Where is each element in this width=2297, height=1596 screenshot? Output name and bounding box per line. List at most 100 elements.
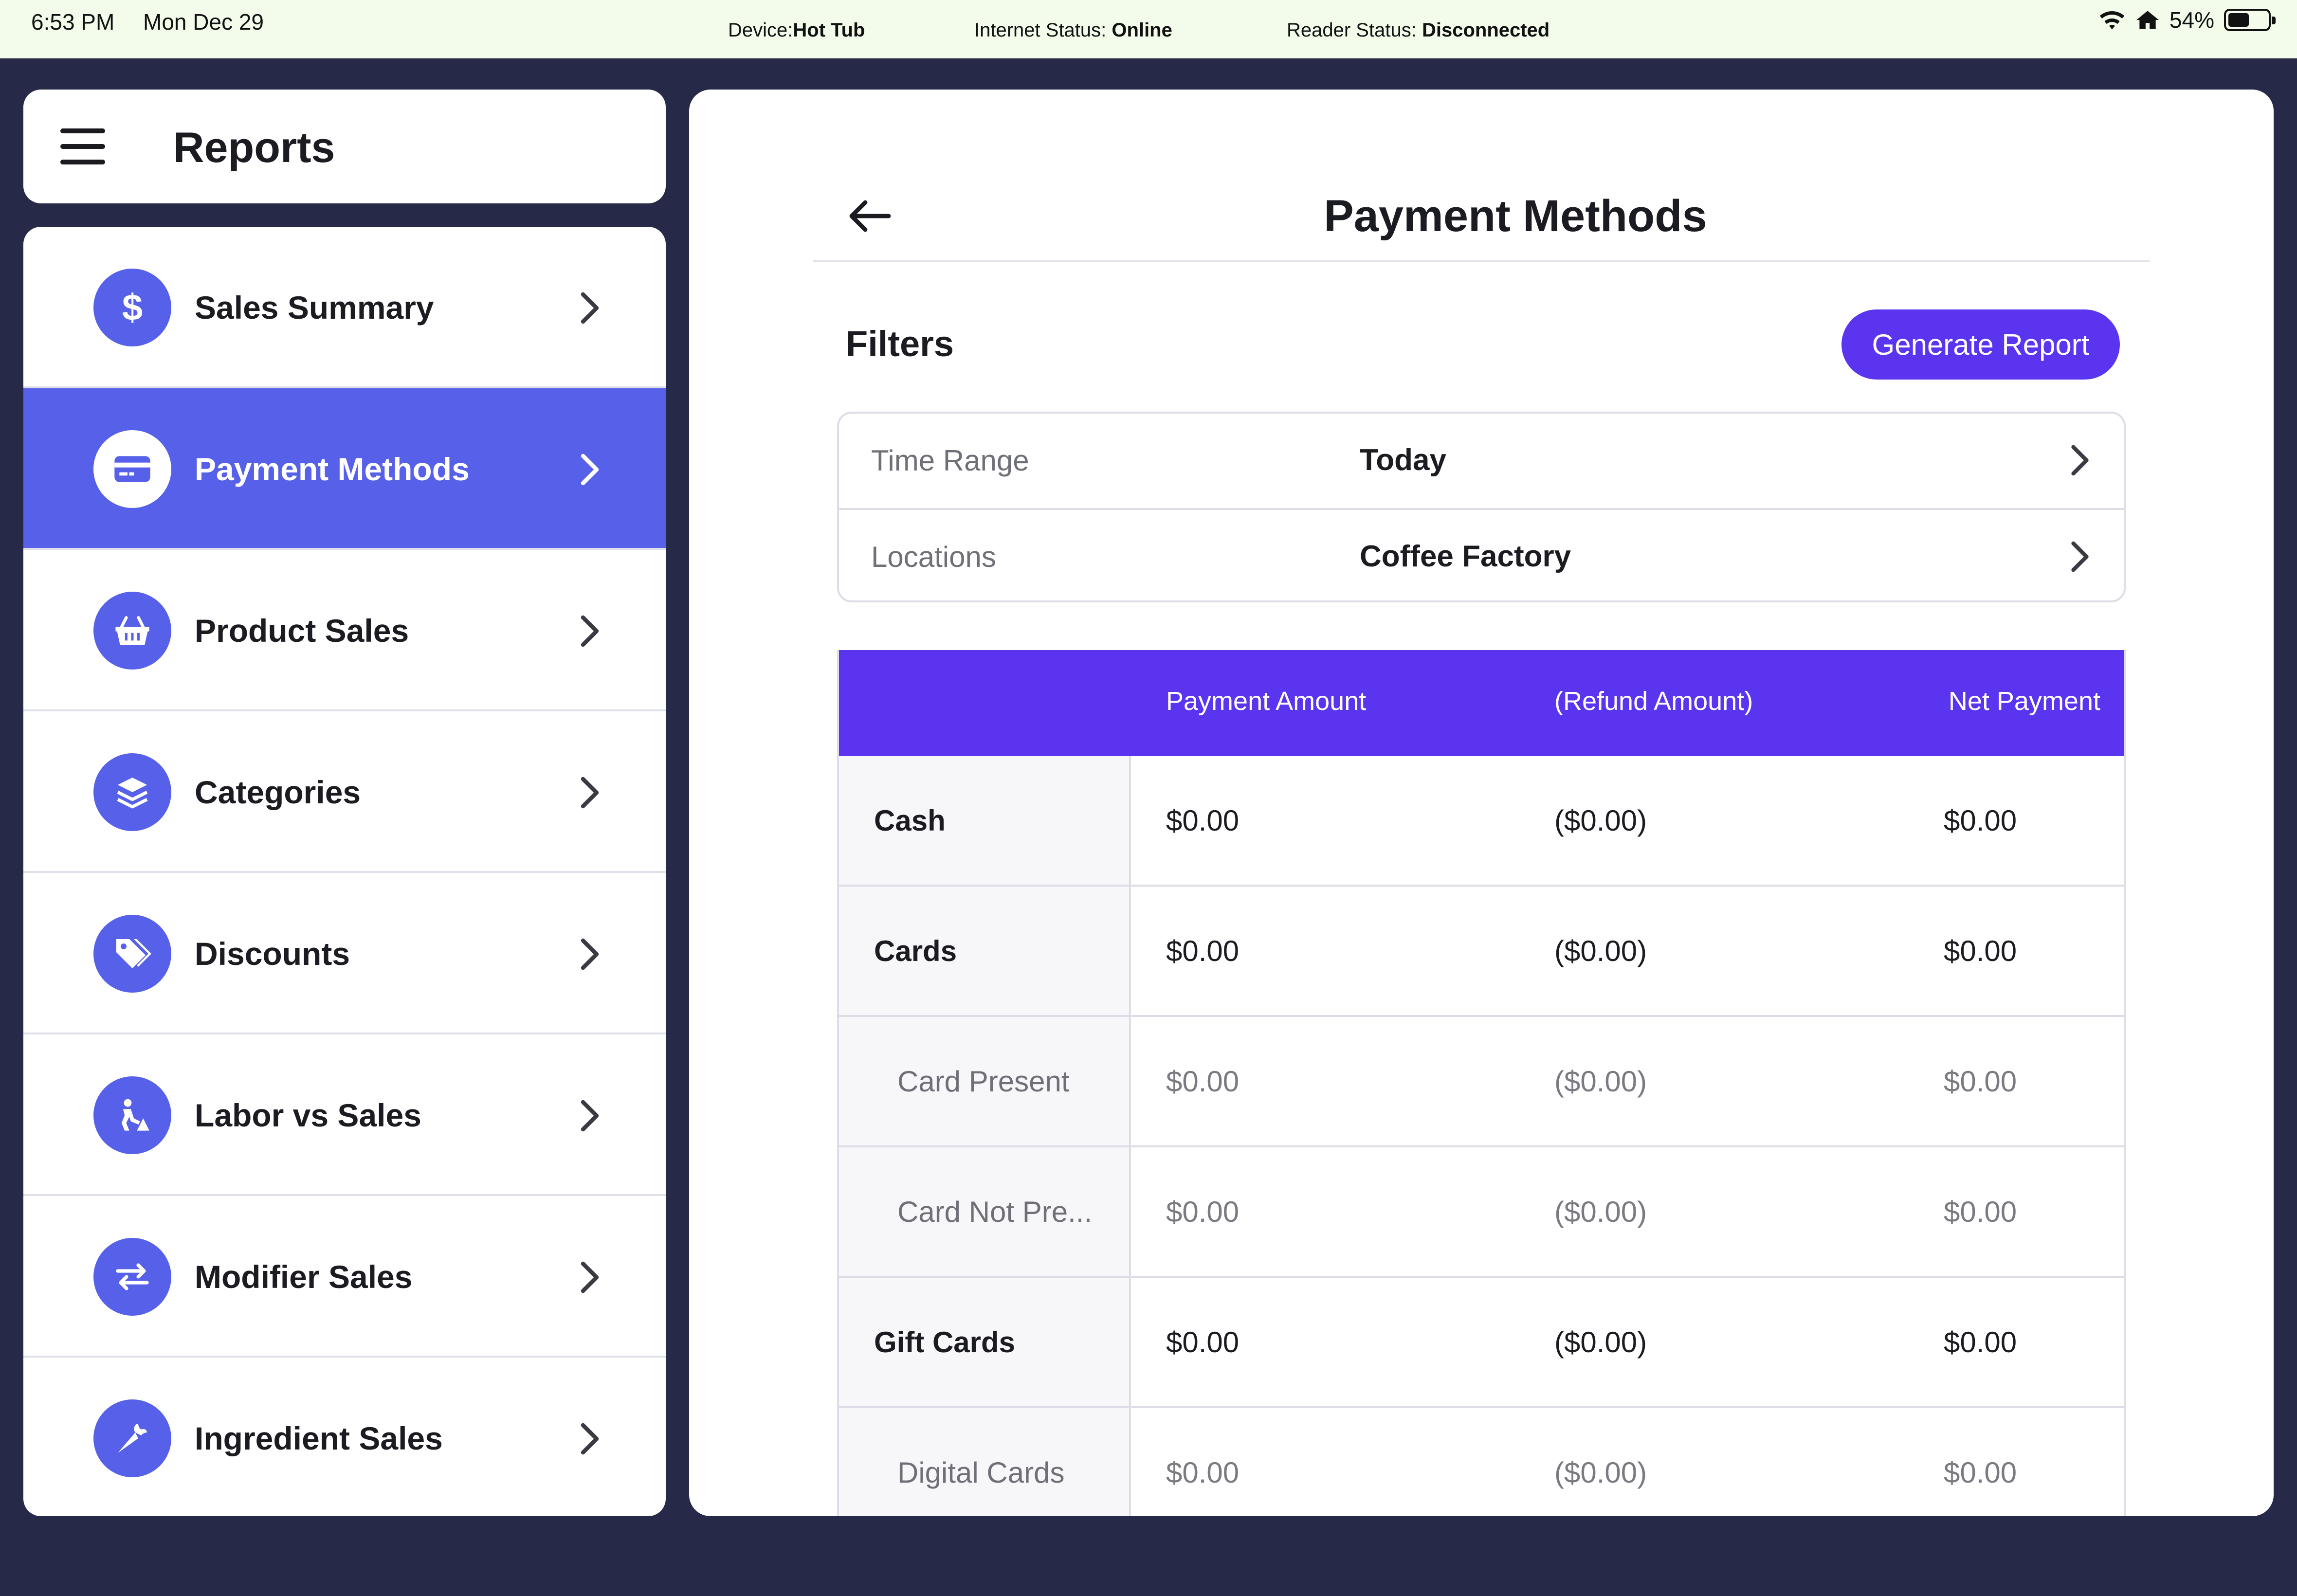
chevron-right-icon <box>575 614 604 648</box>
filter-value: Today <box>1360 443 1446 477</box>
reader-label: Reader Status: <box>1287 19 1417 41</box>
nav-item-label: Discounts <box>195 936 350 972</box>
header-net-payment: Net Payment <box>1948 687 2100 716</box>
payment-amount: $0.00 <box>1166 935 1240 967</box>
nav-item-product-sales[interactable]: Product Sales <box>23 550 666 711</box>
filters-list: Time Range Today Locations Coffee Factor… <box>837 412 2126 602</box>
refund-amount: ($0.00) <box>1554 935 1647 967</box>
table-row: Card Present $0.00 ($0.00) $0.00 <box>839 1017 2124 1147</box>
generate-report-button[interactable]: Generate Report <box>1841 309 2120 380</box>
wifi-icon <box>2099 11 2125 30</box>
filter-time-range[interactable]: Time Range Today <box>839 414 2124 508</box>
internet-label: Internet Status: <box>974 19 1107 41</box>
row-label: Card Present <box>897 1065 1070 1098</box>
payment-amount: $0.00 <box>1166 1065 1240 1098</box>
internet-value: Online <box>1112 19 1172 41</box>
payment-methods-table: Payment Amount (Refund Amount) Net Payme… <box>837 650 2126 1516</box>
credit-card-icon <box>93 430 171 508</box>
filter-locations[interactable]: Locations Coffee Factory <box>839 508 2124 600</box>
table-row: Card Not Pre... $0.00 ($0.00) $0.00 <box>839 1147 2124 1278</box>
report-title: Payment Methods <box>1324 191 1707 241</box>
refund-amount: ($0.00) <box>1554 1065 1647 1098</box>
chevron-right-icon <box>575 1260 604 1294</box>
device-status: Device:Hot Tub <box>728 19 865 41</box>
reader-value: Disconnected <box>1422 19 1550 41</box>
swap-arrows-icon <box>93 1238 171 1316</box>
status-indicators: 54% <box>2098 7 2276 33</box>
status-time: 6:53 PM <box>31 9 115 35</box>
status-date: Mon Dec 29 <box>143 9 264 35</box>
nav-item-label: Product Sales <box>195 613 409 649</box>
title-divider <box>813 260 2150 262</box>
nav-item-categories[interactable]: Categories <box>23 711 666 873</box>
refund-amount: ($0.00) <box>1554 1196 1647 1228</box>
table-row: Digital Cards $0.00 ($0.00) $0.00 <box>839 1408 2124 1516</box>
nav-item-ingredient-sales[interactable]: Ingredient Sales <box>23 1358 666 1516</box>
filter-value: Coffee Factory <box>1360 540 1571 573</box>
nav-item-sales-summary[interactable]: $ Sales Summary <box>23 227 666 388</box>
chevron-right-icon <box>575 1099 604 1133</box>
report-panel: Payment Methods Filters Generate Report … <box>689 90 2274 1516</box>
net-payment: $0.00 <box>1944 1065 2017 1098</box>
header-payment-amount: Payment Amount <box>1166 687 1367 716</box>
reports-nav: $ Sales Summary Payment Methods Product … <box>23 227 666 1516</box>
chevron-right-icon <box>575 453 604 487</box>
menu-icon[interactable] <box>60 128 105 164</box>
chevron-right-icon <box>575 1422 604 1456</box>
home-icon <box>2136 11 2159 29</box>
basket-icon <box>93 592 171 670</box>
refund-amount: ($0.00) <box>1554 804 1647 837</box>
nav-item-label: Payment Methods <box>195 451 470 487</box>
payment-amount: $0.00 <box>1166 1456 1240 1489</box>
nav-item-payment-methods[interactable]: Payment Methods <box>23 388 666 550</box>
chevron-right-icon <box>2066 540 2094 573</box>
nav-item-modifier-sales[interactable]: Modifier Sales <box>23 1196 666 1358</box>
row-label: Gift Cards <box>874 1326 1016 1359</box>
nav-item-label: Sales Summary <box>195 290 434 326</box>
nav-item-label: Modifier Sales <box>195 1259 413 1295</box>
header-refund-amount: (Refund Amount) <box>1554 687 1753 716</box>
filter-key: Locations <box>871 541 996 573</box>
payment-amount: $0.00 <box>1166 1196 1240 1228</box>
chevron-right-icon <box>2066 444 2094 477</box>
table-row: Gift Cards $0.00 ($0.00) $0.00 <box>839 1278 2124 1408</box>
device-value: Hot Tub <box>793 19 865 41</box>
carrot-icon <box>93 1399 171 1477</box>
tags-icon <box>93 915 171 993</box>
reader-status: Reader Status: Disconnected <box>1287 19 1550 41</box>
net-payment: $0.00 <box>1944 1196 2017 1228</box>
payment-amount: $0.00 <box>1166 804 1240 837</box>
row-label: Digital Cards <box>897 1456 1065 1489</box>
refund-amount: ($0.00) <box>1554 1456 1647 1489</box>
refund-amount: ($0.00) <box>1554 1326 1647 1359</box>
reports-header: Reports <box>23 90 666 203</box>
filter-key: Time Range <box>871 444 1029 477</box>
chevron-right-icon <box>575 776 604 810</box>
nav-item-label: Categories <box>195 774 361 810</box>
device-label: Device: <box>728 19 793 41</box>
payment-amount: $0.00 <box>1166 1326 1240 1359</box>
battery-percent: 54% <box>2169 7 2214 33</box>
table-row: Cards $0.00 ($0.00) $0.00 <box>839 887 2124 1017</box>
chevron-right-icon <box>575 937 604 971</box>
nav-item-label: Labor vs Sales <box>195 1097 421 1133</box>
filters-heading: Filters <box>846 324 954 364</box>
nav-item-discounts[interactable]: Discounts <box>23 873 666 1034</box>
net-payment: $0.00 <box>1944 1456 2017 1489</box>
layers-icon <box>93 753 171 831</box>
page-title: Reports <box>173 123 335 171</box>
table-header: Payment Amount (Refund Amount) Net Payme… <box>839 650 2124 756</box>
worker-icon <box>93 1076 171 1154</box>
net-payment: $0.00 <box>1944 804 2017 837</box>
row-label: Cards <box>874 935 957 967</box>
dollar-icon: $ <box>93 269 171 346</box>
net-payment: $0.00 <box>1944 1326 2017 1359</box>
nav-item-label: Ingredient Sales <box>195 1420 443 1456</box>
chevron-right-icon <box>575 291 604 325</box>
row-label: Card Not Pre... <box>897 1196 1093 1228</box>
status-bar: 6:53 PM Mon Dec 29 Device:Hot Tub Intern… <box>0 0 2297 58</box>
net-payment: $0.00 <box>1944 935 2017 967</box>
nav-item-labor-vs-sales[interactable]: Labor vs Sales <box>23 1034 666 1196</box>
internet-status: Internet Status: Online <box>974 19 1172 41</box>
row-label: Cash <box>874 804 946 837</box>
